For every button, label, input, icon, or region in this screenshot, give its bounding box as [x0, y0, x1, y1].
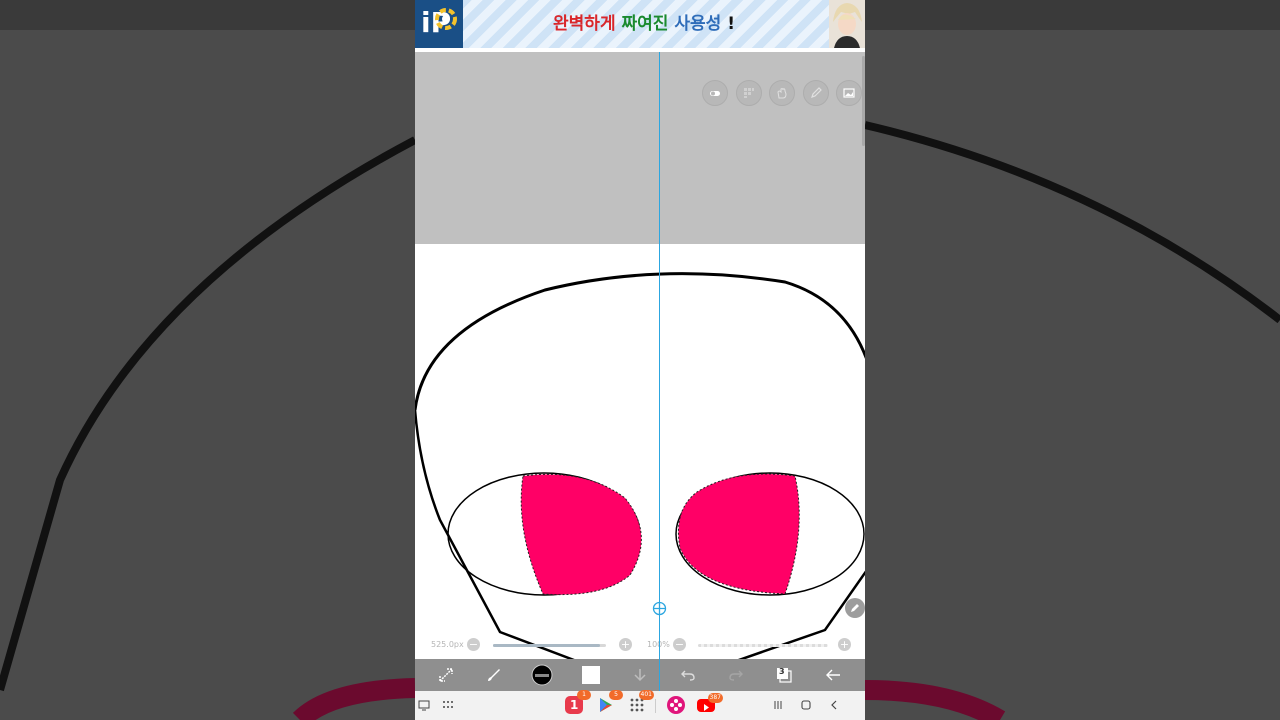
slider-row: 525.0px − + 100% − +	[415, 636, 865, 656]
phone-screen: iP 완벽하게 짜여진 사용성 ! 525.0px − + − + 3 1 1 …	[415, 0, 865, 720]
youtube-icon[interactable]: 387	[695, 692, 723, 715]
layers-icon[interactable]: 3	[771, 662, 797, 688]
drawing-artwork[interactable]	[415, 0, 865, 691]
home-icon[interactable]	[797, 695, 815, 715]
apps-grid-icon[interactable]: 401	[625, 690, 654, 715]
grid-icon[interactable]	[736, 80, 762, 106]
right-eye-iris	[677, 473, 800, 595]
brush-size-plus-button[interactable]: +	[619, 638, 632, 651]
pencil-icon[interactable]	[803, 80, 829, 106]
undo-icon[interactable]	[675, 662, 701, 688]
left-eye-iris	[520, 473, 642, 596]
app-drawer-icon[interactable]	[439, 695, 457, 715]
bottom-toolbar: 3	[415, 659, 865, 691]
opacity-slider[interactable]	[698, 644, 828, 647]
opacity-plus-button[interactable]: +	[838, 638, 851, 651]
app-1-badge: 1	[577, 690, 591, 700]
float-toggle-button[interactable]	[702, 80, 728, 106]
recent-apps-icon[interactable]	[769, 695, 787, 715]
download-icon[interactable]	[627, 662, 653, 688]
apps-grid-badge: 401	[638, 690, 654, 700]
brush-icon[interactable]	[481, 662, 507, 688]
secondary-color-icon[interactable]	[578, 662, 604, 688]
screenshot-icon[interactable]	[415, 695, 433, 715]
brush-size-minus-button[interactable]: −	[467, 638, 480, 651]
redo-icon[interactable]	[723, 662, 749, 688]
symmetry-ruler-line[interactable]	[659, 52, 660, 691]
play-store-badge: 5	[609, 690, 623, 700]
hand-tool-icon[interactable]	[769, 80, 795, 106]
back-icon[interactable]	[825, 695, 843, 715]
nav-divider	[655, 699, 656, 713]
transform-icon[interactable]	[433, 662, 459, 688]
youtube-badge: 387	[707, 692, 723, 703]
image-icon[interactable]	[836, 80, 862, 106]
app-1-icon[interactable]: 1 1	[563, 690, 591, 715]
color-swatch-icon[interactable]	[529, 662, 555, 688]
play-store-icon[interactable]: 5	[595, 690, 623, 715]
system-nav-bar: 1 1 5 401 387	[415, 690, 865, 720]
back-arrow-icon[interactable]	[820, 662, 846, 688]
opacity-minus-button[interactable]: −	[673, 638, 686, 651]
vertical-scrollbar[interactable]	[862, 56, 865, 146]
edit-pencil-icon[interactable]	[845, 598, 865, 618]
brush-size-label: 525.0px	[431, 640, 464, 649]
layers-count: 3	[779, 667, 785, 676]
brush-size-fill	[493, 644, 600, 647]
flower-app-icon[interactable]	[665, 695, 687, 715]
ruler-handle-icon[interactable]	[652, 601, 667, 616]
